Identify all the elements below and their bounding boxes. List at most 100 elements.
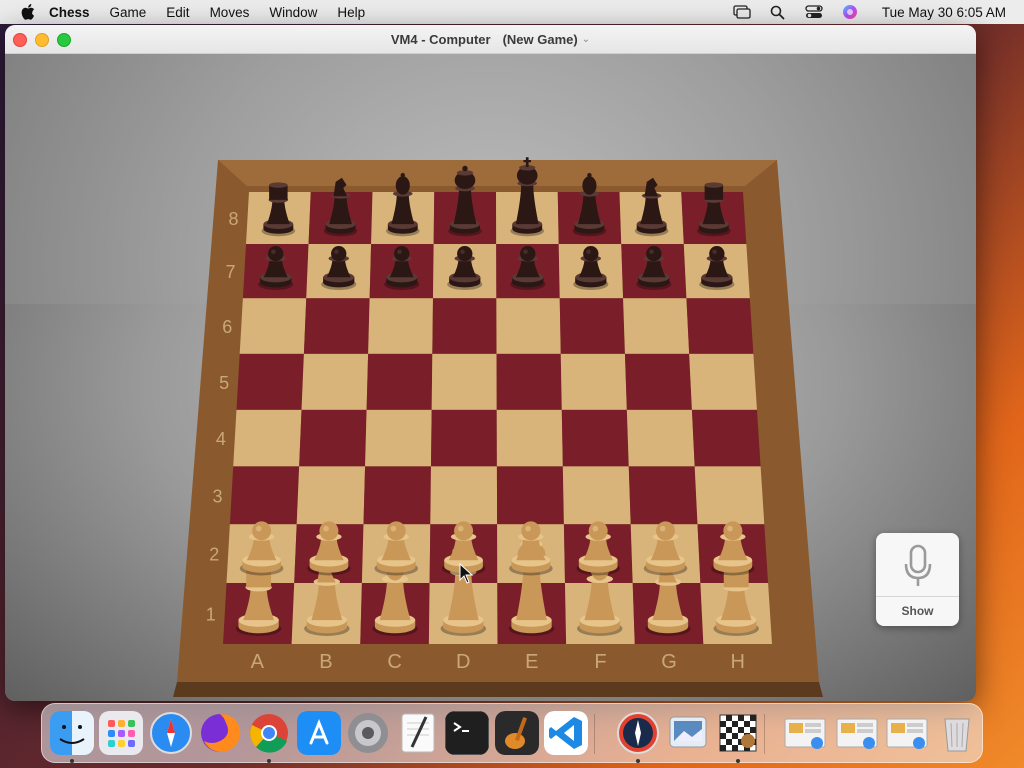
menu-app-name[interactable]: Chess: [49, 5, 90, 20]
square-d5[interactable]: [431, 353, 497, 410]
menu-bar: Chess Game Edit Moves Window Help Tue Ma…: [0, 0, 1024, 24]
window-titlebar[interactable]: VM4 - Computer (New Game) ⌄: [5, 25, 976, 54]
minimize-window-button[interactable]: [35, 33, 49, 47]
board-frame-top: [218, 160, 777, 186]
window-subtitle[interactable]: (New Game): [503, 32, 578, 47]
square-d3[interactable]: [430, 466, 498, 525]
document-stack-icon[interactable]: [885, 711, 929, 755]
square-c6[interactable]: [368, 298, 433, 354]
square-a4[interactable]: [233, 409, 302, 467]
launchpad-icon[interactable]: [99, 711, 143, 755]
rank-label-7: 7: [225, 262, 235, 282]
dock-running-indicator: [736, 759, 740, 763]
menu-edit[interactable]: Edit: [166, 5, 189, 20]
square-c3[interactable]: [363, 466, 431, 525]
zoom-window-button[interactable]: [57, 33, 71, 47]
siri-icon[interactable]: [840, 4, 860, 20]
square-b3[interactable]: [296, 466, 366, 525]
safari-icon[interactable]: [149, 711, 193, 755]
square-e6[interactable]: [496, 298, 561, 354]
dock-running-indicator: [267, 759, 271, 763]
trash-icon[interactable]: [935, 711, 979, 755]
firefox-icon[interactable]: [198, 711, 242, 755]
square-h4[interactable]: [691, 409, 761, 467]
document-stack-icon[interactable]: [783, 711, 827, 755]
square-g6[interactable]: [623, 298, 690, 354]
square-b6[interactable]: [303, 298, 370, 354]
square-c4[interactable]: [365, 409, 432, 467]
square-f4[interactable]: [561, 409, 629, 467]
file-label-g: G: [661, 651, 677, 673]
dock-running-indicator: [636, 759, 640, 763]
file-label-b: B: [319, 651, 332, 673]
square-b5[interactable]: [301, 353, 369, 410]
finder-icon[interactable]: [50, 711, 94, 755]
chess-scene[interactable]: 8 7 6 5 4 3 2 1 A B C D E F G H: [5, 54, 976, 701]
square-b4[interactable]: [299, 409, 367, 467]
square-e4[interactable]: [496, 409, 563, 467]
dictation-widget[interactable]: Show: [876, 533, 959, 626]
square-a3[interactable]: [229, 466, 300, 525]
board-squares: [223, 192, 772, 644]
square-h6[interactable]: [686, 298, 754, 354]
vscode-icon[interactable]: [544, 711, 588, 755]
square-g5[interactable]: [624, 353, 692, 410]
square-a6[interactable]: [239, 298, 307, 354]
square-f3[interactable]: [562, 466, 631, 525]
spotlight-search-icon[interactable]: [768, 4, 788, 20]
chess-board[interactable]: 8 7 6 5 4 3 2 1 A B C D E F G H: [5, 54, 976, 701]
square-g4[interactable]: [626, 409, 695, 467]
window-title: VM4 - Computer: [390, 31, 491, 47]
square-c5[interactable]: [366, 353, 433, 410]
file-label-d: D: [456, 651, 470, 673]
textedit-icon[interactable]: [396, 711, 440, 755]
rank-label-4: 4: [216, 429, 226, 449]
menu-window[interactable]: Window: [269, 5, 317, 20]
app-store-icon[interactable]: [297, 711, 341, 755]
menu-help[interactable]: Help: [337, 5, 365, 20]
board-frame-edge: [173, 682, 823, 697]
square-h3[interactable]: [694, 466, 765, 525]
compass-icon[interactable]: [616, 711, 660, 755]
menu-moves[interactable]: Moves: [210, 5, 250, 20]
chess-icon[interactable]: [716, 711, 760, 755]
terminal-icon[interactable]: [445, 711, 489, 755]
dock-separator: [764, 714, 765, 754]
rank-label-2: 2: [209, 545, 219, 565]
square-d4[interactable]: [430, 409, 497, 467]
square-e5[interactable]: [496, 353, 562, 410]
rank-label-5: 5: [219, 373, 229, 393]
garageband-icon[interactable]: [495, 711, 539, 755]
square-e3[interactable]: [496, 466, 564, 525]
rank-label-1: 1: [206, 604, 216, 624]
dock: [41, 703, 983, 763]
system-settings-icon[interactable]: [346, 711, 390, 755]
dictation-divider: [876, 596, 959, 597]
screen-mirroring-icon[interactable]: [732, 4, 752, 20]
dock-separator: [594, 714, 595, 754]
square-a5[interactable]: [236, 353, 304, 410]
file-label-a: A: [251, 651, 265, 673]
preview-icon[interactable]: [666, 711, 710, 755]
control-center-icon[interactable]: [804, 4, 824, 20]
chevron-down-icon[interactable]: ⌄: [582, 34, 590, 45]
square-h5[interactable]: [689, 353, 757, 410]
document-stack-icon[interactable]: [835, 711, 879, 755]
square-d6[interactable]: [432, 298, 497, 354]
rank-label-8: 8: [228, 209, 238, 229]
apple-menu-icon[interactable]: [17, 2, 37, 22]
close-window-button[interactable]: [13, 33, 27, 47]
chrome-icon[interactable]: [247, 711, 291, 755]
file-label-c: C: [387, 651, 401, 673]
square-f5[interactable]: [560, 353, 627, 410]
rank-label-6: 6: [222, 317, 232, 337]
square-f6[interactable]: [559, 298, 625, 354]
dictation-show-button[interactable]: Show: [876, 604, 959, 618]
chess-window: VM4 - Computer (New Game) ⌄ 8 7 6 5 4 3 2 1 A B C D…: [5, 25, 976, 701]
file-label-h: H: [730, 651, 744, 673]
menu-game[interactable]: Game: [110, 5, 147, 20]
microphone-icon: [904, 544, 932, 586]
square-g3[interactable]: [628, 466, 698, 525]
menubar-clock[interactable]: Tue May 30 6:05 AM: [882, 5, 1006, 20]
dock-running-indicator: [70, 759, 74, 763]
